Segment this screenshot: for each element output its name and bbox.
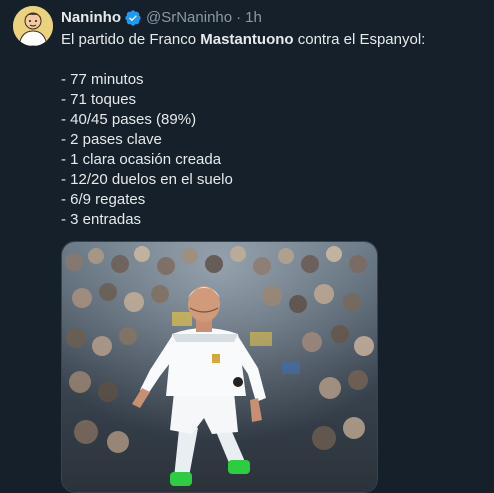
stat-line: - 1 clara ocasión creada — [61, 151, 222, 168]
separator-dot: · — [236, 9, 242, 26]
tweet-intro: El partido de Franco Mastantuono contra … — [61, 30, 481, 50]
avatar-illustration-icon — [13, 6, 53, 46]
stat-line: - 6/9 regates — [61, 191, 146, 208]
stat-line: - 12/20 duelos en el suelo — [61, 171, 233, 188]
stat-line: - 40/45 pases (89%) — [61, 111, 197, 128]
author-avatar[interactable] — [13, 6, 53, 46]
football-player-photo-icon — [62, 242, 377, 492]
verified-badge-icon — [124, 9, 142, 27]
tweet-timestamp[interactable]: 1h — [245, 8, 262, 28]
stat-line: - 2 pases clave — [61, 131, 162, 148]
stat-line: - 71 toques — [61, 91, 137, 108]
tweet-intro-bold: Mastantuono — [200, 31, 294, 48]
stat-line: - 3 entradas — [61, 211, 142, 228]
tweet-intro-prefix: El partido de Franco — [61, 31, 201, 48]
tweet-photo[interactable] — [61, 241, 378, 493]
tweet-intro-suffix: contra el Espanyol: — [293, 31, 426, 48]
tweet-text: El partido de Franco Mastantuono contra … — [61, 30, 481, 230]
author-name[interactable]: Naninho — [61, 8, 121, 28]
tweet-card[interactable]: Naninho @SrNaninho · 1h El partido de Fr… — [0, 0, 494, 493]
stat-line: - 77 minutos — [61, 71, 144, 88]
author-handle[interactable]: @SrNaninho — [146, 8, 232, 28]
tweet-header: Naninho @SrNaninho · 1h — [61, 8, 262, 28]
